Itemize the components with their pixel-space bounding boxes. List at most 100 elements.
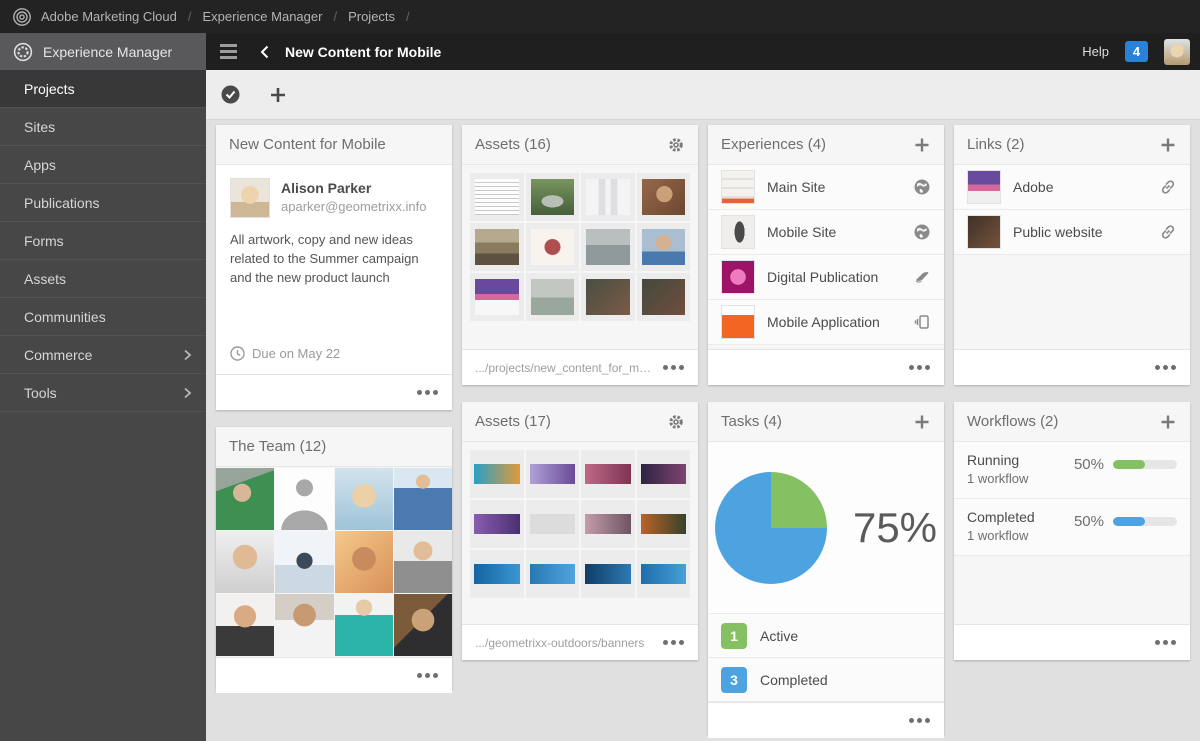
sidebar-item-publications[interactable]: Publications xyxy=(0,184,206,222)
more-actions-button[interactable] xyxy=(417,390,439,395)
notification-badge[interactable]: 4 xyxy=(1125,41,1148,62)
asset-thumbnail[interactable] xyxy=(637,550,691,598)
workflow-row-completed[interactable]: Completed 1 workflow 50% xyxy=(954,499,1190,556)
asset-thumbnail[interactable] xyxy=(470,273,524,321)
asset-folder-path[interactable]: .../geometrixx-outdoors/banners xyxy=(475,636,644,650)
tasks-card[interactable]: Tasks (4) 75% 1 Active 3 Completed xyxy=(708,402,944,735)
settings-button[interactable] xyxy=(667,413,685,431)
asset-thumbnail[interactable] xyxy=(637,223,691,271)
user-avatar[interactable] xyxy=(1164,39,1190,65)
team-member-photo[interactable] xyxy=(335,468,393,530)
asset-thumbnail[interactable] xyxy=(526,273,580,321)
asset-thumbnail[interactable] xyxy=(637,500,691,548)
link-row-adobe[interactable]: Adobe xyxy=(954,165,1190,210)
asset-thumbnail[interactable] xyxy=(581,223,635,271)
team-member-photo[interactable] xyxy=(335,531,393,593)
tasks-row-completed[interactable]: 3 Completed xyxy=(708,658,944,702)
team-member-photo[interactable] xyxy=(216,531,274,593)
help-link[interactable]: Help xyxy=(1082,44,1109,59)
add-experience-button[interactable] xyxy=(913,136,931,154)
asset-thumbnail[interactable] xyxy=(637,173,691,221)
breadcrumb-item-marketing-cloud[interactable]: Adobe Marketing Cloud xyxy=(41,9,177,24)
asset-image xyxy=(586,229,630,265)
asset-thumbnail[interactable] xyxy=(526,550,580,598)
experience-row-digital-publication[interactable]: Digital Publication xyxy=(708,255,944,300)
asset-thumbnail[interactable] xyxy=(581,273,635,321)
add-task-button[interactable] xyxy=(913,413,931,431)
asset-thumbnail[interactable] xyxy=(581,450,635,498)
asset-thumbnail[interactable] xyxy=(581,550,635,598)
breadcrumb-item-projects[interactable]: Projects xyxy=(348,9,395,24)
main-content: New Content for Mobile Alison Parker apa… xyxy=(206,70,1200,741)
tasks-pie-chart xyxy=(715,472,827,584)
sidebar-app-header[interactable]: Experience Manager xyxy=(0,33,206,70)
menu-icon[interactable] xyxy=(220,44,237,59)
workflows-card[interactable]: Workflows (2) Running 1 workflow 50% xyxy=(954,402,1190,660)
asset-thumbnail[interactable] xyxy=(470,450,524,498)
sidebar-item-apps[interactable]: Apps xyxy=(0,146,206,184)
more-actions-button[interactable] xyxy=(663,640,685,645)
team-photo-grid xyxy=(216,467,452,657)
tasks-row-active[interactable]: 1 Active xyxy=(708,614,944,658)
team-member-photo[interactable] xyxy=(275,594,333,656)
link-row-public-website[interactable]: Public website xyxy=(954,210,1190,255)
project-info-card[interactable]: New Content for Mobile Alison Parker apa… xyxy=(216,125,452,410)
asset-image xyxy=(585,464,631,484)
team-member-photo[interactable] xyxy=(275,468,333,530)
assets-card[interactable]: Assets (16) xyxy=(462,125,698,385)
owner-name: Alison Parker xyxy=(281,178,426,196)
link-thumbnail xyxy=(967,170,1001,204)
asset-thumbnail[interactable] xyxy=(637,450,691,498)
more-actions-button[interactable] xyxy=(909,718,931,723)
more-actions-button[interactable] xyxy=(417,673,439,678)
sidebar-item-commerce[interactable]: Commerce xyxy=(0,336,206,374)
more-actions-button[interactable] xyxy=(663,365,685,370)
team-member-photo[interactable] xyxy=(335,594,393,656)
asset-thumbnail[interactable] xyxy=(526,450,580,498)
asset-thumbnail[interactable] xyxy=(470,550,524,598)
add-button[interactable] xyxy=(268,85,288,105)
more-actions-button[interactable] xyxy=(1155,365,1177,370)
more-actions-button[interactable] xyxy=(1155,640,1177,645)
asset-folder-path[interactable]: .../projects/new_content_for_mobile xyxy=(475,361,655,375)
asset-thumbnail[interactable] xyxy=(526,500,580,548)
team-card[interactable]: The Team (12) xyxy=(216,427,452,690)
experience-row-mobile-site[interactable]: Mobile Site xyxy=(708,210,944,255)
asset-thumbnail[interactable] xyxy=(470,173,524,221)
asset-thumbnail[interactable] xyxy=(581,500,635,548)
experiences-card[interactable]: Experiences (4) Main Site Mobile Site xyxy=(708,125,944,385)
sidebar-item-communities[interactable]: Communities xyxy=(0,298,206,336)
experience-row-mobile-application[interactable]: Mobile Application xyxy=(708,300,944,345)
add-link-button[interactable] xyxy=(1159,136,1177,154)
workflow-count-label: 1 workflow xyxy=(967,471,1028,486)
asset-thumbnail[interactable] xyxy=(637,273,691,321)
team-member-photo[interactable] xyxy=(275,531,333,593)
select-mode-button[interactable] xyxy=(221,85,240,104)
team-member-photo[interactable] xyxy=(216,594,274,656)
settings-button[interactable] xyxy=(667,136,685,154)
asset-thumbnail[interactable] xyxy=(526,173,580,221)
more-actions-button[interactable] xyxy=(909,365,931,370)
breadcrumb-item-experience-manager[interactable]: Experience Manager xyxy=(202,9,322,24)
asset-thumbnail[interactable] xyxy=(470,223,524,271)
sidebar-item-sites[interactable]: Sites xyxy=(0,108,206,146)
sidebar-item-projects[interactable]: Projects xyxy=(0,70,206,108)
team-member-photo[interactable] xyxy=(394,594,452,656)
assets-card[interactable]: Assets (17) xyxy=(462,402,698,660)
sidebar-item-assets[interactable]: Assets xyxy=(0,260,206,298)
team-member-photo[interactable] xyxy=(394,531,452,593)
links-card[interactable]: Links (2) Adobe Public website xyxy=(954,125,1190,385)
asset-image xyxy=(475,229,519,265)
back-button[interactable] xyxy=(257,44,273,60)
add-workflow-button[interactable] xyxy=(1159,413,1177,431)
asset-thumbnail[interactable] xyxy=(581,173,635,221)
experience-row-main-site[interactable]: Main Site xyxy=(708,165,944,210)
sidebar-item-forms[interactable]: Forms xyxy=(0,222,206,260)
asset-thumbnail[interactable] xyxy=(470,500,524,548)
sidebar-item-tools[interactable]: Tools xyxy=(0,374,206,412)
workflow-row-running[interactable]: Running 1 workflow 50% xyxy=(954,442,1190,499)
asset-thumbnail[interactable] xyxy=(526,223,580,271)
team-member-photo[interactable] xyxy=(216,468,274,530)
workflow-status-label: Completed xyxy=(967,509,1035,525)
team-member-photo[interactable] xyxy=(394,468,452,530)
